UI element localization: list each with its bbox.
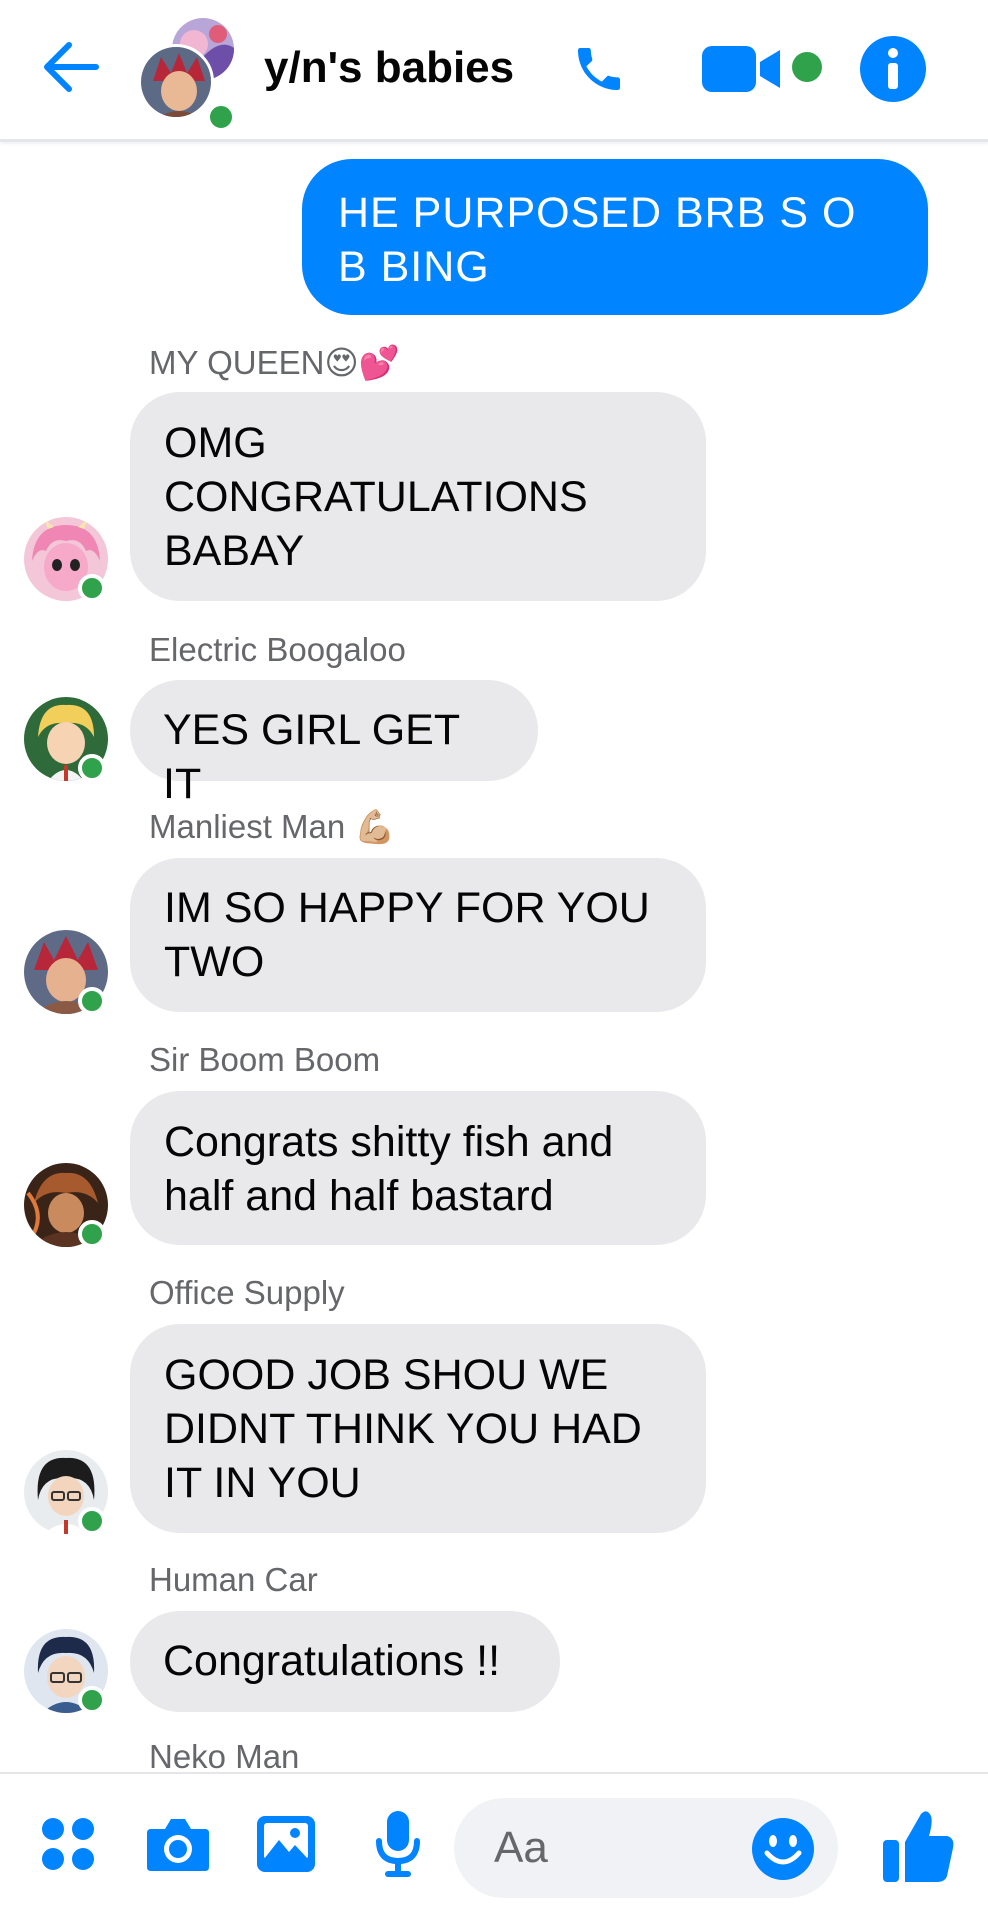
apps-grid-icon (42, 1818, 94, 1870)
chat-title[interactable]: y/n's babies (264, 42, 514, 94)
call-button[interactable] (566, 36, 632, 102)
sender-name: MY QUEEN😍💕 (149, 344, 400, 381)
online-indicator (78, 1220, 106, 1248)
emoji-button[interactable] (750, 1816, 816, 1882)
sender-name: Sir Boom Boom (149, 1041, 381, 1078)
image-icon (257, 1816, 315, 1872)
video-camera-icon (702, 46, 780, 92)
incoming-message[interactable]: GOOD JOB SHOU WE DIDNT THINK YOU HAD IT … (130, 1324, 706, 1533)
microphone-icon (376, 1811, 420, 1877)
group-avatar[interactable] (138, 18, 246, 132)
voice-message-button[interactable] (372, 1806, 424, 1882)
phone-icon (578, 48, 620, 90)
thumbs-up-icon (883, 1811, 954, 1882)
sender-name: Manliest Man 💪🏼 (149, 808, 396, 845)
message-text: GOOD JOB SHOU WE DIDNT THINK YOU HAD IT … (164, 1351, 642, 1507)
group-avatar-primary (138, 44, 214, 120)
apps-button[interactable] (38, 1814, 98, 1874)
message-text: Congratulations !! (163, 1637, 501, 1685)
message-text: OMG CONGRATULATIONS BABAY (164, 419, 588, 575)
online-indicator (78, 574, 106, 602)
gallery-button[interactable] (252, 1810, 320, 1878)
message-input-container (454, 1798, 838, 1898)
incoming-message[interactable]: IM SO HAPPY FOR YOU TWO (130, 858, 706, 1012)
sender-name: Electric Boogaloo (149, 631, 406, 668)
message-list[interactable]: HE PURPOSED BRB S O B BING MY QUEEN😍💕 OM… (0, 145, 988, 1772)
incoming-message[interactable]: Congrats shitty fish and half and half b… (130, 1091, 706, 1245)
message-text: HE PURPOSED BRB S O B BING (338, 189, 857, 291)
info-button[interactable] (858, 34, 928, 104)
online-indicator (206, 102, 236, 132)
video-call-button[interactable] (700, 40, 786, 98)
message-composer (0, 1772, 988, 1920)
incoming-message[interactable]: Congratulations !! (130, 1611, 560, 1712)
sender-name: Office Supply (149, 1274, 345, 1311)
camera-button[interactable] (142, 1812, 214, 1876)
info-icon (860, 36, 926, 102)
online-indicator (78, 1686, 106, 1714)
like-button[interactable] (876, 1804, 960, 1888)
message-text: IM SO HAPPY FOR YOU TWO (164, 884, 650, 986)
outgoing-message[interactable]: HE PURPOSED BRB S O B BING (302, 159, 928, 315)
back-button[interactable] (40, 36, 102, 98)
chat-header: y/n's babies (0, 0, 988, 142)
sender-name: Neko Man (149, 1738, 300, 1772)
incoming-message[interactable]: OMG CONGRATULATIONS BABAY (130, 392, 706, 601)
online-indicator (78, 754, 106, 782)
sender-name: Human Car (149, 1561, 318, 1598)
message-input[interactable] (494, 1820, 754, 1876)
message-text: YES GIRL GET IT (163, 706, 460, 808)
message-text: Congrats shitty fish and half and half b… (164, 1118, 614, 1220)
incoming-message[interactable]: YES GIRL GET IT (130, 680, 538, 808)
video-active-indicator (792, 52, 822, 82)
camera-icon (147, 1819, 209, 1871)
online-indicator (78, 987, 106, 1015)
arrow-left-icon (44, 42, 99, 92)
online-indicator (78, 1507, 106, 1535)
smiley-icon (752, 1818, 814, 1880)
